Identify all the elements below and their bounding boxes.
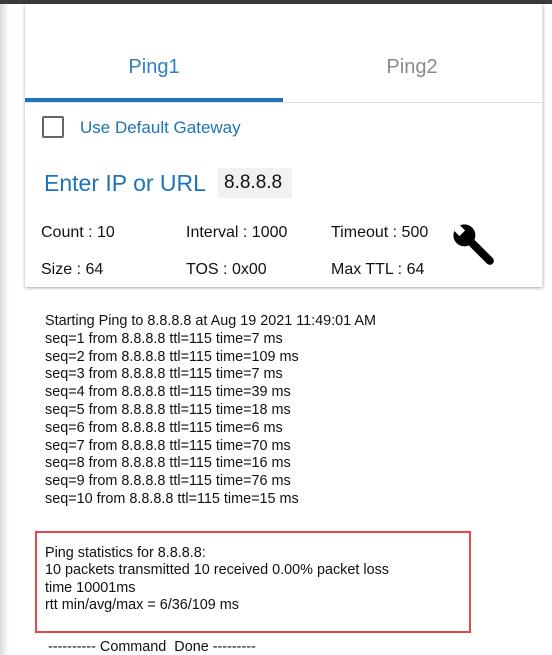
log-line: seq=2 from 8.8.8.8 ttl=115 time=109 ms [45, 348, 299, 365]
command-done-text: ---------- Command Done --------- [48, 639, 256, 655]
tab-ping2[interactable]: Ping2 [283, 56, 541, 79]
wrench-icon[interactable] [449, 219, 501, 273]
ping-output-log: Starting Ping to 8.8.8.8 at Aug 19 2021 … [45, 313, 376, 509]
log-line: seq=1 from 8.8.8.8 ttl=115 time=7 ms [45, 330, 283, 347]
log-line: seq=9 from 8.8.8.8 ttl=115 time=76 ms [45, 473, 291, 490]
log-line: seq=5 from 8.8.8.8 ttl=115 time=18 ms [45, 401, 291, 418]
max-ttl-value: Max TTL : 64 [331, 261, 425, 278]
left-edge-shadow [0, 4, 10, 655]
statistics-time: time 10001ms [45, 579, 136, 596]
ip-url-label: Enter IP or URL [44, 170, 206, 196]
statistics-rtt: rtt min/avg/max = 6/36/109 ms [45, 597, 239, 614]
count-value: Count : 10 [41, 224, 115, 241]
tos-value: TOS : 0x00 [186, 261, 267, 278]
tab-divider [25, 102, 542, 103]
tab-bar: Ping1 Ping2 [25, 4, 542, 103]
size-value: Size : 64 [41, 261, 104, 278]
log-line: seq=3 from 8.8.8.8 ttl=115 time=7 ms [45, 366, 283, 383]
timeout-value: Timeout : 500 [331, 224, 429, 241]
log-line: seq=8 from 8.8.8.8 ttl=115 time=16 ms [45, 455, 291, 472]
log-line: seq=6 from 8.8.8.8 ttl=115 time=6 ms [45, 419, 283, 436]
interval-value: Interval : 1000 [186, 224, 288, 241]
ping-statistics: Ping statistics for 8.8.8.8: 10 packets t… [45, 545, 389, 615]
ping-screen: Ping1 Ping2 Use Default Gateway Enter IP… [0, 0, 552, 655]
statistics-title: Ping statistics for 8.8.8.8: [45, 545, 206, 561]
statistics-packets: 10 packets transmitted 10 received 0.00%… [45, 562, 389, 579]
log-line: seq=10 from 8.8.8.8 ttl=115 time=15 ms [45, 490, 299, 507]
use-default-gateway-checkbox[interactable] [42, 116, 64, 138]
use-default-gateway-label[interactable]: Use Default Gateway [80, 118, 241, 138]
log-line: seq=4 from 8.8.8.8 ttl=115 time=39 ms [45, 384, 291, 401]
ip-url-input[interactable] [218, 168, 292, 198]
log-line: seq=7 from 8.8.8.8 ttl=115 time=70 ms [45, 437, 291, 454]
log-header: Starting Ping to 8.8.8.8 at Aug 19 2021 … [45, 313, 376, 329]
tab-ping1[interactable]: Ping1 [25, 56, 283, 79]
